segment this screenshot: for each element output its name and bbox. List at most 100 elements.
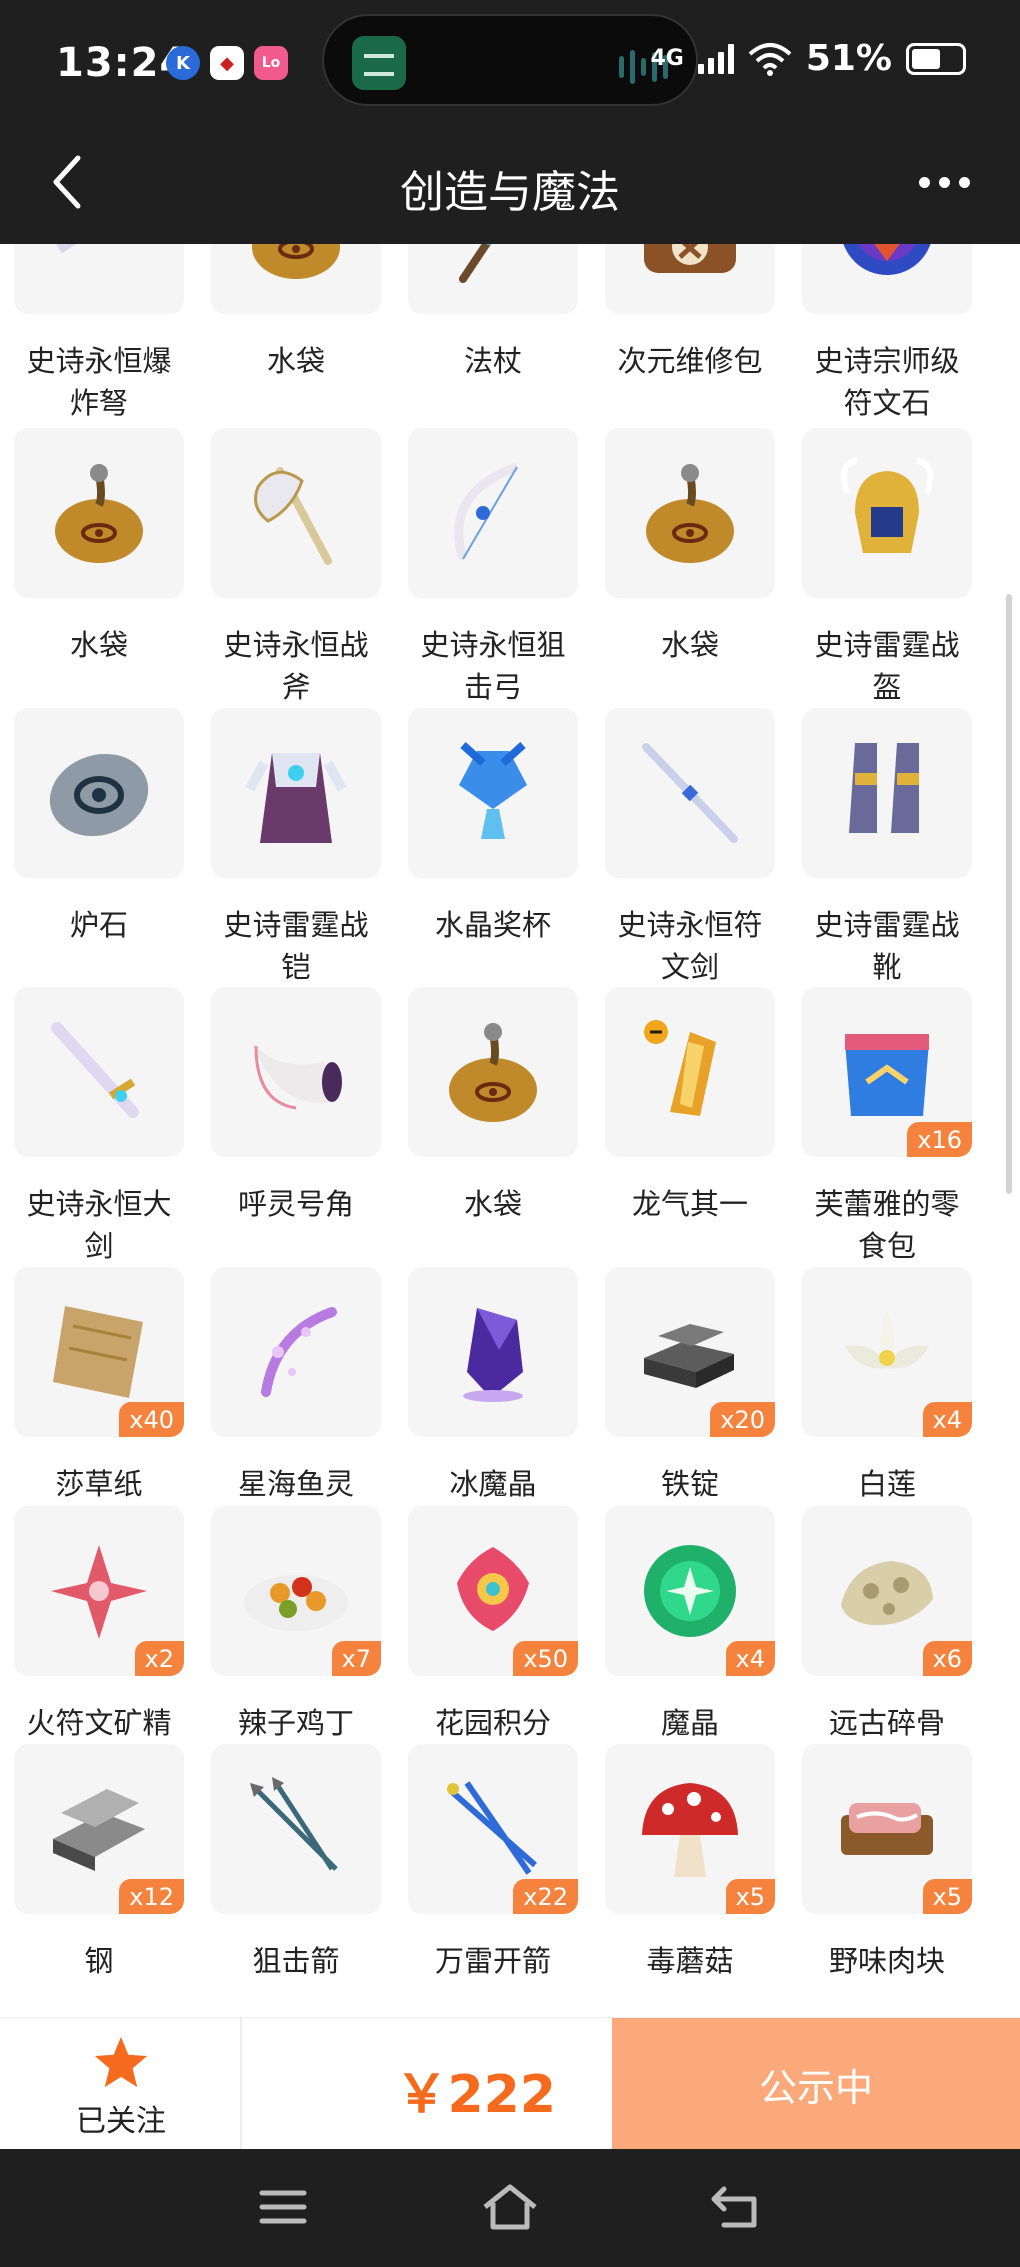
item-name: 史诗雷霆战铠 [223,908,369,984]
home-button[interactable] [475,2177,545,2237]
quantity-badge: x22 [513,1879,578,1914]
item-card[interactable]: 水袋 [591,428,789,718]
item-card[interactable]: 水袋 [394,987,592,1277]
item-card[interactable]: 史诗永恒符 文剑 [591,708,789,998]
item-card[interactable]: 炉石 [0,708,198,998]
greatsword-icon [51,1022,139,1118]
item-card[interactable]: 龙气其一 [591,987,789,1277]
item-thumbnail [211,1744,381,1914]
item-card[interactable]: 呼灵号角 [197,987,395,1277]
item-thumbnail [802,428,972,598]
armor-icon [245,753,347,843]
repair-bag-icon [644,244,736,273]
more-dot [938,176,950,188]
item-card[interactable]: 史诗永恒大剑 [0,987,198,1277]
crossbow-icon [56,244,77,254]
bow-icon [454,462,519,561]
item-thumbnail: x16 [802,987,972,1157]
more-button[interactable] [904,150,984,214]
boots-icon [849,743,919,833]
follow-button[interactable]: 已关注 [0,2018,242,2150]
item-card[interactable]: 法杖 [394,244,592,434]
publicity-status-button[interactable]: 公示中 [612,2018,1020,2150]
back-gesture-button[interactable] [702,2177,772,2237]
quantity-badge: x4 [725,1641,775,1676]
scrollbar[interactable] [1006,594,1012,1194]
item-name: 史诗永恒战斧 [223,628,369,704]
item-card[interactable]: 次元维修包 [591,244,789,434]
item-thumbnail: x4 [605,1506,775,1676]
staff-icon [459,244,493,283]
star-icon [94,2036,148,2088]
game-meat-icon [841,1803,933,1855]
item-thumbnail: x5 [802,1744,972,1914]
item-thumbnail [605,708,775,878]
item-thumbnail [605,244,775,314]
item-card[interactable]: 史诗宗师级 符文石 [788,244,986,434]
item-thumbnail: x12 [14,1744,184,1914]
snack-bag-icon [845,1034,929,1116]
item-card[interactable]: 史诗永恒爆 炸弩 [0,244,198,434]
quantity-badge: x6 [922,1641,972,1676]
lofter-app-icon: Lo [254,46,288,80]
battery-icon [906,42,966,75]
item-name: 水晶奖杯 [434,908,551,942]
wifi-icon [748,42,792,76]
quantity-badge: x50 [513,1641,578,1676]
dragon-qi-icon [644,1020,716,1116]
item-card[interactable]: 狙击箭 [197,1744,395,2017]
dynamic-island [322,14,698,106]
ancient-bone-icon [841,1561,933,1626]
item-card[interactable]: 水袋 [197,244,395,434]
item-thumbnail [14,708,184,878]
magic-crystal-icon [644,1545,736,1637]
item-card[interactable]: x22 万雷开箭 [394,1744,592,2017]
item-thumbnail [408,1267,578,1437]
item-name: 炉石 [69,908,128,942]
item-thumbnail [211,428,381,598]
item-name: 万雷开箭 [434,1944,551,1978]
menu-button[interactable] [248,2177,318,2237]
more-dot [918,176,930,188]
item-name: 史诗雷霆战盔 [814,628,960,704]
item-card[interactable]: x5 野味肉块 [788,1744,986,2017]
item-thumbnail [211,987,381,1157]
item-thumbnail: x20 [605,1267,775,1437]
item-card[interactable]: 史诗雷霆战盔 [788,428,986,718]
item-thumbnail [605,987,775,1157]
quantity-badge: x5 [922,1879,972,1914]
item-card[interactable]: 史诗永恒战斧 [197,428,395,718]
notification-app-icon: ◆ [210,46,244,80]
item-card[interactable]: x5 毒蘑菇 [591,1744,789,2017]
quantity-badge: x7 [331,1641,381,1676]
return-icon [711,2186,757,2228]
item-thumbnail [14,428,184,598]
more-dot [958,176,970,188]
item-thumbnail [211,1267,381,1437]
item-thumbnail: x5 [605,1744,775,1914]
item-card[interactable]: 史诗永恒狙 击弓 [394,428,592,718]
item-name: 史诗永恒大剑 [26,1187,172,1263]
item-card[interactable]: 史诗雷霆战靴 [788,708,986,998]
item-grid-scroll[interactable]: 史诗永恒爆 炸弩 水袋 法杖 次元维修包 史诗宗师级 符文石 水袋 史诗永恒战斧史诗永恒狙 击弓水… [0,244,1020,2017]
item-card[interactable]: x16 芙蕾雅的零 食包 [788,987,986,1277]
price-label: ￥222 [395,2065,556,2125]
item-card[interactable]: 史诗雷霆战铠 [197,708,395,998]
quantity-badge: x20 [710,1402,775,1437]
item-thumbnail [408,708,578,878]
item-name: 辣子鸡丁 [237,1706,354,1740]
k-app-icon: K [166,46,200,80]
battery-percent: 51% [805,38,892,79]
fire-rune-ore-icon [51,1545,147,1639]
star-fish-spirit-icon [261,1307,337,1397]
rune-stone-icon [843,244,931,275]
rune-sword-icon [642,743,738,843]
item-thumbnail [605,428,775,598]
item-name: 史诗宗师级 符文石 [814,344,960,420]
water-bag-icon [252,244,340,279]
item-card[interactable]: 水晶奖杯 [394,708,592,998]
item-card[interactable]: 水袋 [0,428,198,718]
item-thumbnail [408,428,578,598]
battle-axe-icon [254,467,332,565]
item-card[interactable]: x12 钢 [0,1744,198,2017]
